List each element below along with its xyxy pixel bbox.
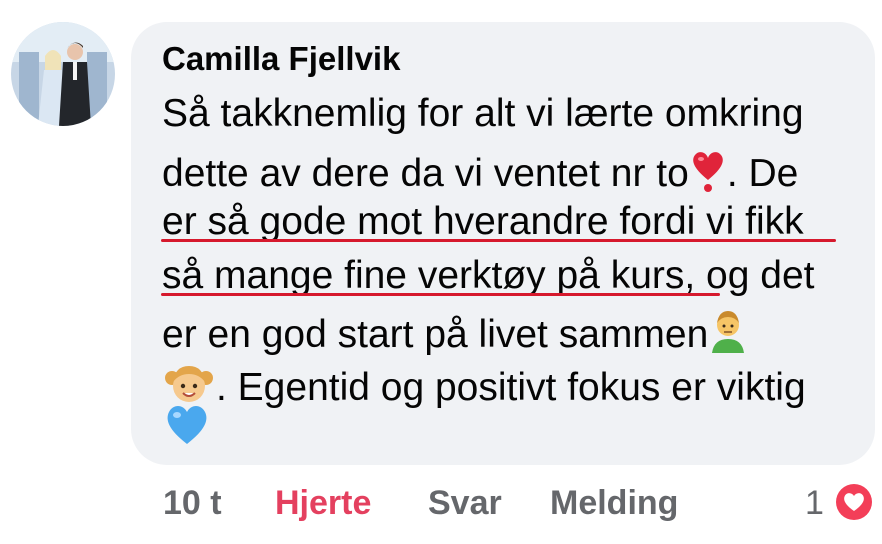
reply-button[interactable]: Svar: [428, 484, 502, 523]
comment-line-text: . De: [726, 152, 799, 195]
comment-line: er en god start på livet sammen: [162, 309, 748, 354]
comment-line: . Egentid og positivt fokus er viktig: [162, 362, 806, 407]
man-emoji-icon: [708, 309, 748, 353]
comment-line: så mange fine verktøy på kurs, og det: [162, 254, 815, 297]
blue-heart-icon: [163, 402, 211, 446]
comment-author[interactable]: Camilla Fjellvik: [162, 40, 400, 78]
heart-reaction-button[interactable]: Hjerte: [275, 484, 371, 523]
comment-line: er så gode mot hverandre fordi vi fikk: [162, 200, 804, 243]
girl-emoji-icon: [162, 362, 216, 406]
underline-mark: [161, 293, 720, 296]
underline-mark: [161, 239, 836, 242]
comment-line-text: . Egentid og positivt fokus er viktig: [216, 366, 806, 409]
comment-line: Så takknemlig for alt vi lærte omkring: [162, 92, 804, 135]
comment-line-text: er en god start på livet sammen: [162, 313, 709, 356]
reaction-count[interactable]: 1: [805, 484, 824, 523]
avatar[interactable]: [11, 22, 115, 126]
comment-line: dette av dere da vi ventet nr to . De: [162, 148, 798, 193]
comment-timestamp[interactable]: 10 t: [163, 484, 222, 523]
message-button[interactable]: Melding: [550, 484, 678, 523]
comment-line-text: dette av dere da vi ventet nr to: [162, 152, 689, 195]
red-heart-icon: [689, 148, 727, 192]
comment-view: Camilla Fjellvik Så takknemlig for alt v…: [0, 0, 882, 544]
heart-reaction-icon[interactable]: [832, 480, 876, 524]
